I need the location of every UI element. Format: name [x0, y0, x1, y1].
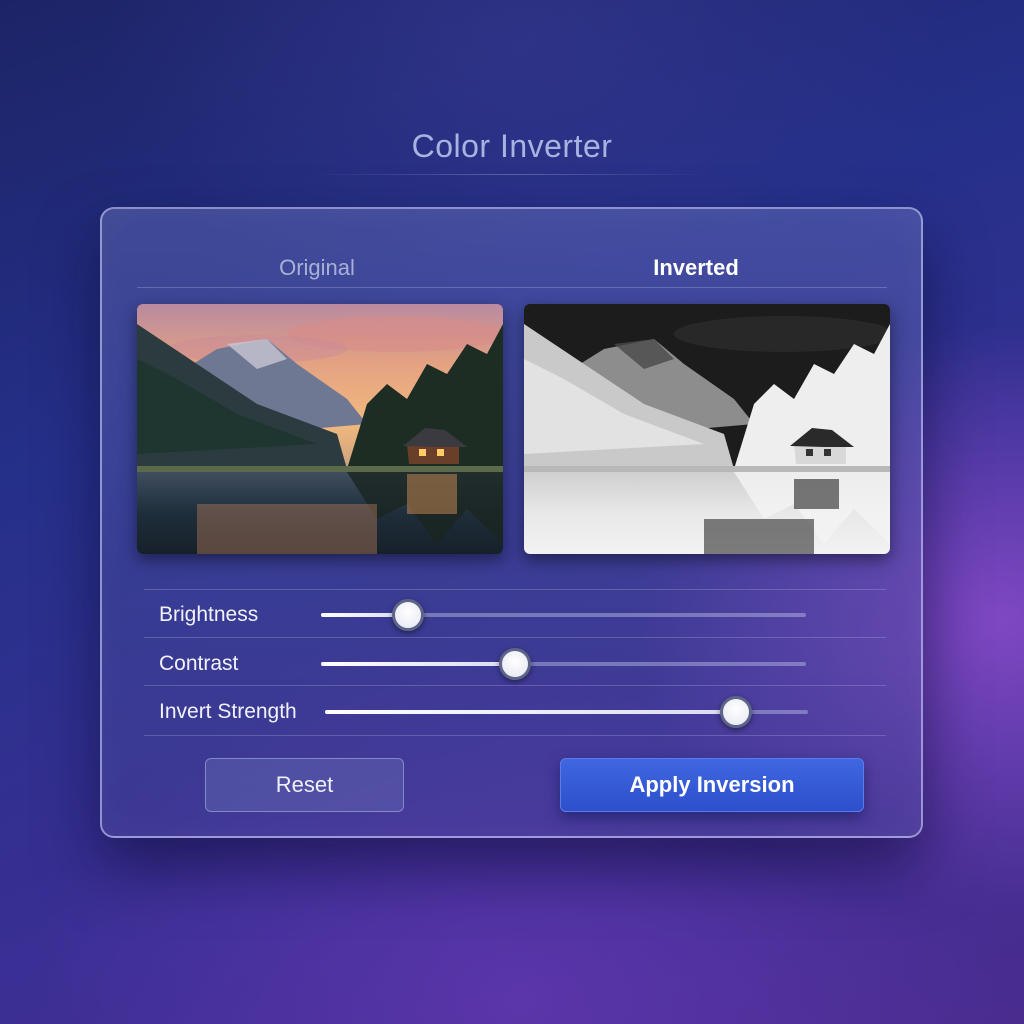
slider-label-invert-strength: Invert Strength	[159, 700, 297, 723]
title-divider	[312, 174, 712, 175]
invert-strength-slider[interactable]	[325, 696, 808, 728]
slider-label-brightness: Brightness	[159, 603, 259, 626]
slider-divider	[144, 735, 886, 736]
slider-divider	[144, 685, 886, 686]
inverted-image	[524, 304, 890, 554]
invert-strength-thumb[interactable]	[719, 696, 752, 728]
slider-row-invert-strength: Invert Strength	[144, 688, 886, 736]
invert-strength-fill	[325, 710, 736, 714]
slider-divider	[144, 589, 886, 590]
tab-inverted[interactable]: Inverted	[516, 255, 876, 281]
contrast-thumb[interactable]	[499, 648, 531, 680]
inverted-landscape-picture	[524, 304, 890, 554]
slider-label-contrast: Contrast	[159, 652, 239, 675]
brightness-slider[interactable]	[321, 599, 806, 631]
slider-row-contrast: Contrast	[144, 640, 886, 688]
apply-inversion-button[interactable]: Apply Inversion	[560, 758, 864, 812]
contrast-fill	[321, 662, 515, 666]
reset-button[interactable]: Reset	[205, 758, 404, 812]
slider-row-brightness: Brightness	[144, 591, 886, 639]
slider-divider	[144, 637, 886, 638]
brightness-thumb[interactable]	[392, 599, 425, 631]
tab-original[interactable]: Original	[137, 255, 497, 281]
contrast-slider[interactable]	[321, 648, 806, 680]
inverter-panel: Original Inverted Brightness Contrast In…	[100, 207, 923, 838]
original-landscape-picture	[137, 304, 503, 554]
app-title: Color Inverter	[411, 128, 613, 164]
tab-divider	[137, 287, 887, 288]
original-image	[137, 304, 503, 554]
